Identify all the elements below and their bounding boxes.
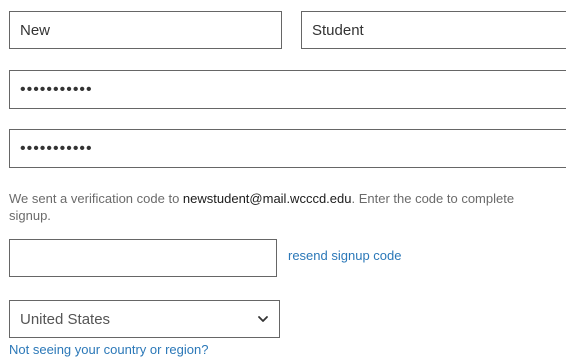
password-field[interactable] — [9, 70, 566, 109]
verification-notice: We sent a verification code to newstuden… — [9, 190, 557, 224]
verification-code-input[interactable] — [9, 239, 277, 277]
last-name-field[interactable] — [301, 11, 566, 49]
country-select[interactable]: United States — [9, 300, 280, 338]
verification-email: newstudent@mail.wcccd.edu — [182, 191, 352, 206]
resend-signup-code-link[interactable]: resend signup code — [288, 248, 401, 263]
country-not-listed-link[interactable]: Not seeing your country or region? — [9, 342, 208, 357]
first-name-field[interactable] — [9, 11, 282, 49]
chevron-down-icon — [258, 316, 268, 322]
confirm-password-field[interactable] — [9, 129, 566, 168]
country-select-value: United States — [20, 310, 111, 328]
verification-notice-prefix: We sent a verification code to — [9, 191, 183, 206]
signup-form: We sent a verification code to newstuden… — [0, 0, 566, 360]
